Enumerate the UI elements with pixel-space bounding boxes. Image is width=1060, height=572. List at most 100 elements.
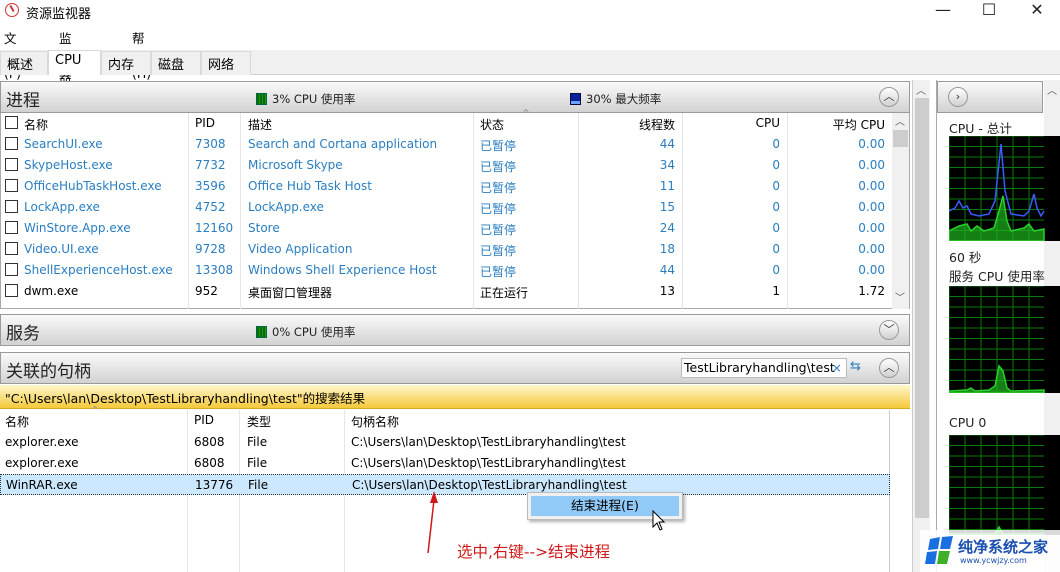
process-row[interactable]: OfficeHubTaskHost.exe 3596 Office Hub Task… bbox=[1, 176, 891, 197]
process-row[interactable]: LockApp.exe 4752 LockApp.exe 已暂停 15 0 0.00 bbox=[1, 197, 891, 218]
main-scrollbar[interactable]: ︿ bbox=[912, 80, 930, 572]
tab-network[interactable]: 网络 bbox=[201, 51, 251, 75]
process-cpu: 0 bbox=[772, 200, 780, 214]
process-pid: 13308 bbox=[195, 263, 234, 277]
process-pid: 7308 bbox=[195, 137, 226, 151]
col-description[interactable]: 描述 bbox=[248, 116, 272, 133]
collapse-processes-button[interactable]: ︿ bbox=[879, 87, 899, 107]
clear-search-icon[interactable]: × bbox=[832, 360, 842, 375]
handles-col-handle-name[interactable]: 句柄名称 bbox=[351, 413, 399, 430]
expand-services-button[interactable]: ﹀ bbox=[879, 320, 899, 340]
processes-table: 名称 PID 描述 状态 ⌃ 线程数 CPU 平均 CPU SearchUI.e… bbox=[0, 107, 910, 309]
col-pid[interactable]: PID bbox=[195, 116, 215, 130]
handle-name: C:\Users\lan\Desktop\TestLibraryhandling… bbox=[351, 435, 626, 449]
handle-process-name: explorer.exe bbox=[5, 435, 79, 449]
process-description: Store bbox=[248, 221, 280, 235]
process-cpu: 0 bbox=[772, 263, 780, 277]
process-status: 已暂停 bbox=[480, 223, 517, 237]
process-row[interactable]: Video.UI.exe 9728 Video Application 已暂停 18 0 0… bbox=[1, 239, 891, 260]
process-row[interactable]: SearchUI.exe 7308 Search and Cortana appli… bbox=[1, 134, 891, 155]
handle-type: File bbox=[248, 478, 269, 492]
process-threads: 24 bbox=[659, 221, 675, 235]
cpu-usage-swatch-icon bbox=[256, 93, 267, 105]
sort-indicator-icon: ⌃ bbox=[521, 107, 532, 121]
handles-table: 名称 ⌃ PID 类型 句柄名称 explorer.exe 6808 File C:\… bbox=[0, 404, 910, 572]
refresh-search-icon[interactable]: ⇆ bbox=[850, 359, 861, 374]
col-status[interactable]: 状态 bbox=[480, 116, 504, 133]
process-description: LockApp.exe bbox=[248, 200, 324, 214]
cpu0-graph bbox=[949, 435, 1060, 535]
process-description: Office Hub Task Host bbox=[248, 179, 372, 193]
tab-memory[interactable]: 内存 bbox=[101, 51, 151, 75]
cpu-total-label: CPU - 总计 bbox=[949, 121, 1012, 136]
process-name: Video.UI.exe bbox=[24, 242, 99, 256]
process-checkbox[interactable] bbox=[5, 242, 18, 255]
handle-name: C:\Users\lan\Desktop\TestLibraryhandling… bbox=[351, 456, 626, 470]
process-checkbox[interactable] bbox=[5, 137, 18, 150]
process-cpu: 0 bbox=[772, 158, 780, 172]
processes-header-row: 名称 PID 描述 状态 ⌃ 线程数 CPU 平均 CPU bbox=[1, 107, 891, 134]
processes-header[interactable]: 进程 3% CPU 使用率 30% 最大频率 ︿ bbox=[0, 81, 910, 113]
process-threads: 44 bbox=[659, 263, 675, 277]
process-status: 正在运行 bbox=[480, 286, 529, 300]
process-cpu: 0 bbox=[772, 221, 780, 235]
process-checkbox[interactable] bbox=[5, 158, 18, 171]
process-checkbox[interactable] bbox=[5, 221, 18, 234]
cpu-usage-text: 3% CPU 使用率 bbox=[272, 92, 356, 106]
handle-row-selected[interactable]: WinRAR.exe 13776 File C:\Users\lan\Desktop\… bbox=[0, 474, 890, 495]
scroll-up-icon[interactable]: ︿ bbox=[895, 113, 905, 128]
process-description: Video Application bbox=[248, 242, 353, 256]
main-scroll-up-icon[interactable]: ︿ bbox=[916, 82, 926, 97]
handle-type: File bbox=[247, 435, 268, 449]
col-cpu[interactable]: CPU bbox=[682, 116, 780, 130]
tab-disk[interactable]: 磁盘 bbox=[151, 51, 201, 75]
search-value: TestLibraryhandling\test bbox=[684, 360, 835, 375]
process-checkbox[interactable] bbox=[5, 263, 18, 276]
process-row[interactable]: dwm.exe 952 桌面窗口管理器 正在运行 13 1 1.72 bbox=[1, 281, 891, 302]
handle-row[interactable]: explorer.exe 6808 File C:\Users\lan\Desktop… bbox=[0, 432, 890, 453]
col-avg-cpu[interactable]: 平均 CPU bbox=[787, 116, 885, 133]
handle-process-name: explorer.exe bbox=[5, 456, 79, 470]
services-header[interactable]: 服务 0% CPU 使用率 ﹀ bbox=[0, 314, 910, 346]
handle-row[interactable]: explorer.exe 6808 File C:\Users\lan\Desktop… bbox=[0, 453, 890, 474]
handles-col-name[interactable]: 名称 bbox=[5, 413, 29, 430]
process-checkbox[interactable] bbox=[5, 200, 18, 213]
select-all-checkbox[interactable] bbox=[5, 116, 18, 129]
col-threads[interactable]: 线程数 bbox=[578, 116, 675, 133]
minimize-button[interactable]: — bbox=[920, 0, 966, 22]
process-pid: 3596 bbox=[195, 179, 226, 193]
close-button[interactable]: ✕ bbox=[1014, 0, 1060, 22]
handles-col-pid[interactable]: PID bbox=[194, 413, 214, 427]
process-pid: 12160 bbox=[195, 221, 234, 235]
handle-process-name: WinRAR.exe bbox=[6, 478, 78, 492]
scroll-down-icon[interactable]: ﹀ bbox=[895, 289, 905, 304]
graph-panel: › ︿ CPU - 总计 60 秒 服务 CPU 使用率 CPU 0 bbox=[936, 80, 1060, 572]
process-name: ShellExperienceHost.exe bbox=[24, 263, 173, 277]
graph-scroll-up-icon[interactable]: ︿ bbox=[1047, 82, 1057, 97]
annotation-text: 选中,右键-->结束进程 bbox=[457, 543, 611, 561]
title-bar: 资源监视器 — ☐ ✕ bbox=[0, 0, 1060, 24]
process-name: WinStore.App.exe bbox=[24, 221, 131, 235]
tab-overview[interactable]: 概述 bbox=[0, 51, 48, 75]
scroll-thumb[interactable] bbox=[893, 130, 908, 147]
collapse-handles-button[interactable]: ︿ bbox=[879, 358, 899, 378]
process-name: OfficeHubTaskHost.exe bbox=[24, 179, 162, 193]
main-scroll-thumb[interactable] bbox=[915, 98, 929, 518]
col-name[interactable]: 名称 bbox=[24, 116, 48, 133]
services-title: 服务 bbox=[6, 324, 40, 344]
graph-panel-header: › bbox=[937, 81, 1043, 113]
maximize-button[interactable]: ☐ bbox=[966, 0, 1012, 22]
handles-col-type[interactable]: 类型 bbox=[247, 413, 271, 430]
search-results-banner: "C:\Users\lan\Desktop\TestLibraryhandlin… bbox=[0, 385, 910, 409]
process-checkbox[interactable] bbox=[5, 284, 18, 297]
handles-header[interactable]: 关联的句柄 TestLibraryhandling\test × ⇆ ︿ bbox=[0, 352, 910, 384]
process-checkbox[interactable] bbox=[5, 179, 18, 192]
processes-scrollbar[interactable]: ︿ ﹀ bbox=[892, 113, 909, 309]
process-row[interactable]: ShellExperienceHost.exe 13308 Windows Shel… bbox=[1, 260, 891, 281]
process-name: LockApp.exe bbox=[24, 200, 100, 214]
handles-search-input[interactable]: TestLibraryhandling\test × bbox=[681, 358, 847, 378]
process-row[interactable]: WinStore.App.exe 12160 Store 已暂停 24 0 0.00 bbox=[1, 218, 891, 239]
views-toggle-button[interactable]: › bbox=[948, 87, 968, 107]
tab-cpu[interactable]: CPU bbox=[48, 50, 101, 75]
process-row[interactable]: SkypeHost.exe 7732 Microsoft Skype 已暂停 34 0 0.… bbox=[1, 155, 891, 176]
